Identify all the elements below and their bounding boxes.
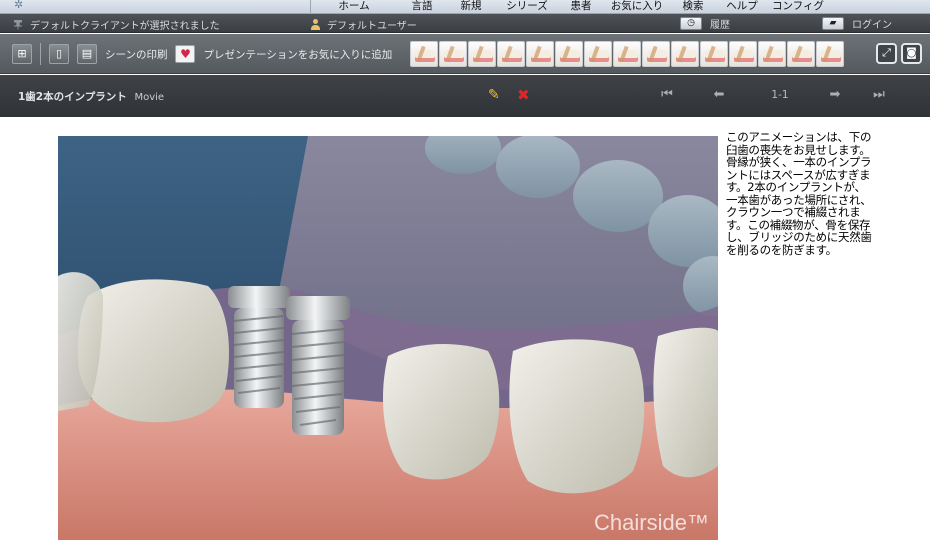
dental-implant-scene: Chairside™ <box>58 136 718 540</box>
scene-description: このアニメーションは、下の臼歯の喪失をお見せします。骨縁が狭く、一本のインプラン… <box>726 130 872 257</box>
heart-icon[interactable]: ♥ <box>175 45 196 63</box>
presentation-type: Movie <box>134 92 165 103</box>
print-icon[interactable]: ▤ <box>77 44 97 64</box>
presentation-title: 1歯2本のインプラント Movie <box>18 89 164 104</box>
history-label: 履歴 <box>710 20 730 31</box>
menu-item-config[interactable]: コンフィグ <box>768 0 828 14</box>
pagination: ⏮ ⬅ 1-1 ➡ ⏭ <box>655 87 891 102</box>
thumbnail-3[interactable] <box>468 41 496 67</box>
history-button[interactable]: ◷ 履歴 <box>680 16 730 31</box>
grid-view-button[interactable]: ⊞ <box>12 44 32 64</box>
delete-x-icon[interactable]: ✖ <box>517 86 530 104</box>
thumbnail-8[interactable] <box>613 41 641 67</box>
fullscreen-icon[interactable]: ⤢ <box>876 43 897 64</box>
thumbnail-11[interactable] <box>700 41 728 67</box>
menu-item-patient[interactable]: 患者 <box>558 0 604 14</box>
menu-item-favorites[interactable]: お気に入り <box>604 0 670 14</box>
thumbnail-9[interactable] <box>642 41 670 67</box>
thumbnail-15[interactable] <box>816 41 844 67</box>
page-indicator: 1-1 <box>771 88 789 101</box>
scene-thumbnails <box>410 41 844 67</box>
client-status: デフォルトクライアントが選択されました <box>14 17 220 32</box>
toolbar-left: ⊞ ▯ ▤ シーンの印刷 ♥ プレゼンテーションをお気に入りに追加 <box>12 43 392 65</box>
presentation-title-bar: 1歯2本のインプラント Movie ✎ ✖ ⏮ ⬅ 1-1 ➡ ⏭ <box>0 75 930 117</box>
top-menu-bar: ✲ ホーム 言語 新規 シリーズ 患者 お気に入り 検索 ヘルプ コンフィグ <box>0 0 930 14</box>
toolbar-right: ⤢ ◙ <box>876 43 922 64</box>
pin-icon <box>14 19 22 30</box>
pencil-icon[interactable]: ✎ <box>488 87 500 103</box>
movie-player[interactable]: Chairside™ <box>58 136 718 540</box>
thumbnail-4[interactable] <box>497 41 525 67</box>
last-page-icon[interactable]: ⏭ <box>867 87 891 102</box>
main-menu: ホーム 言語 新規 シリーズ 患者 お気に入り 検索 ヘルプ コンフィグ <box>310 0 828 14</box>
user-name: デフォルトユーザー <box>327 21 417 32</box>
menu-item-search[interactable]: 検索 <box>670 0 716 14</box>
thumbnail-5[interactable] <box>526 41 554 67</box>
presentation-title-text: 1歯2本のインプラント <box>18 91 127 103</box>
print-scene-label[interactable]: シーンの印刷 <box>105 47 167 62</box>
thumbnail-14[interactable] <box>787 41 815 67</box>
toolbar: ⊞ ▯ ▤ シーンの印刷 ♥ プレゼンテーションをお気に入りに追加 ⤢ ◙ <box>0 34 930 74</box>
thumbnail-1[interactable] <box>410 41 438 67</box>
clock-icon: ◷ <box>680 17 702 30</box>
video-camera-icon[interactable]: ◙ <box>901 43 922 64</box>
app-logo-icon[interactable]: ✲ <box>14 0 42 12</box>
previous-page-icon[interactable]: ⬅ <box>699 87 739 102</box>
menu-item-home[interactable]: ホーム <box>310 0 398 14</box>
thumbnail-2[interactable] <box>439 41 467 67</box>
thumbnail-10[interactable] <box>671 41 699 67</box>
user-icon <box>310 19 321 30</box>
menu-item-new[interactable]: 新規 <box>446 0 496 14</box>
client-status-text: デフォルトクライアントが選択されました <box>30 21 220 32</box>
login-label: ログイン <box>852 20 892 31</box>
next-page-icon[interactable]: ➡ <box>823 87 847 102</box>
thumbnail-6[interactable] <box>555 41 583 67</box>
thumbnail-12[interactable] <box>729 41 757 67</box>
chairside-watermark: Chairside™ <box>594 510 709 535</box>
notes-button[interactable]: ▯ <box>49 44 69 64</box>
status-bar: デフォルトクライアントが選択されました デフォルトユーザー ◷ 履歴 ▰ ログイ… <box>0 14 930 33</box>
lock-icon: ▰ <box>822 17 844 30</box>
menu-item-language[interactable]: 言語 <box>398 0 446 14</box>
menu-item-series[interactable]: シリーズ <box>496 0 558 14</box>
login-button[interactable]: ▰ ログイン <box>822 16 892 31</box>
add-favorite-label[interactable]: プレゼンテーションをお気に入りに追加 <box>203 47 392 62</box>
thumbnail-13[interactable] <box>758 41 786 67</box>
user-status[interactable]: デフォルトユーザー <box>310 17 417 32</box>
menu-item-help[interactable]: ヘルプ <box>716 0 768 14</box>
thumbnail-7[interactable] <box>584 41 612 67</box>
toolbar-separator <box>40 43 41 65</box>
first-page-icon[interactable]: ⏮ <box>655 87 679 102</box>
